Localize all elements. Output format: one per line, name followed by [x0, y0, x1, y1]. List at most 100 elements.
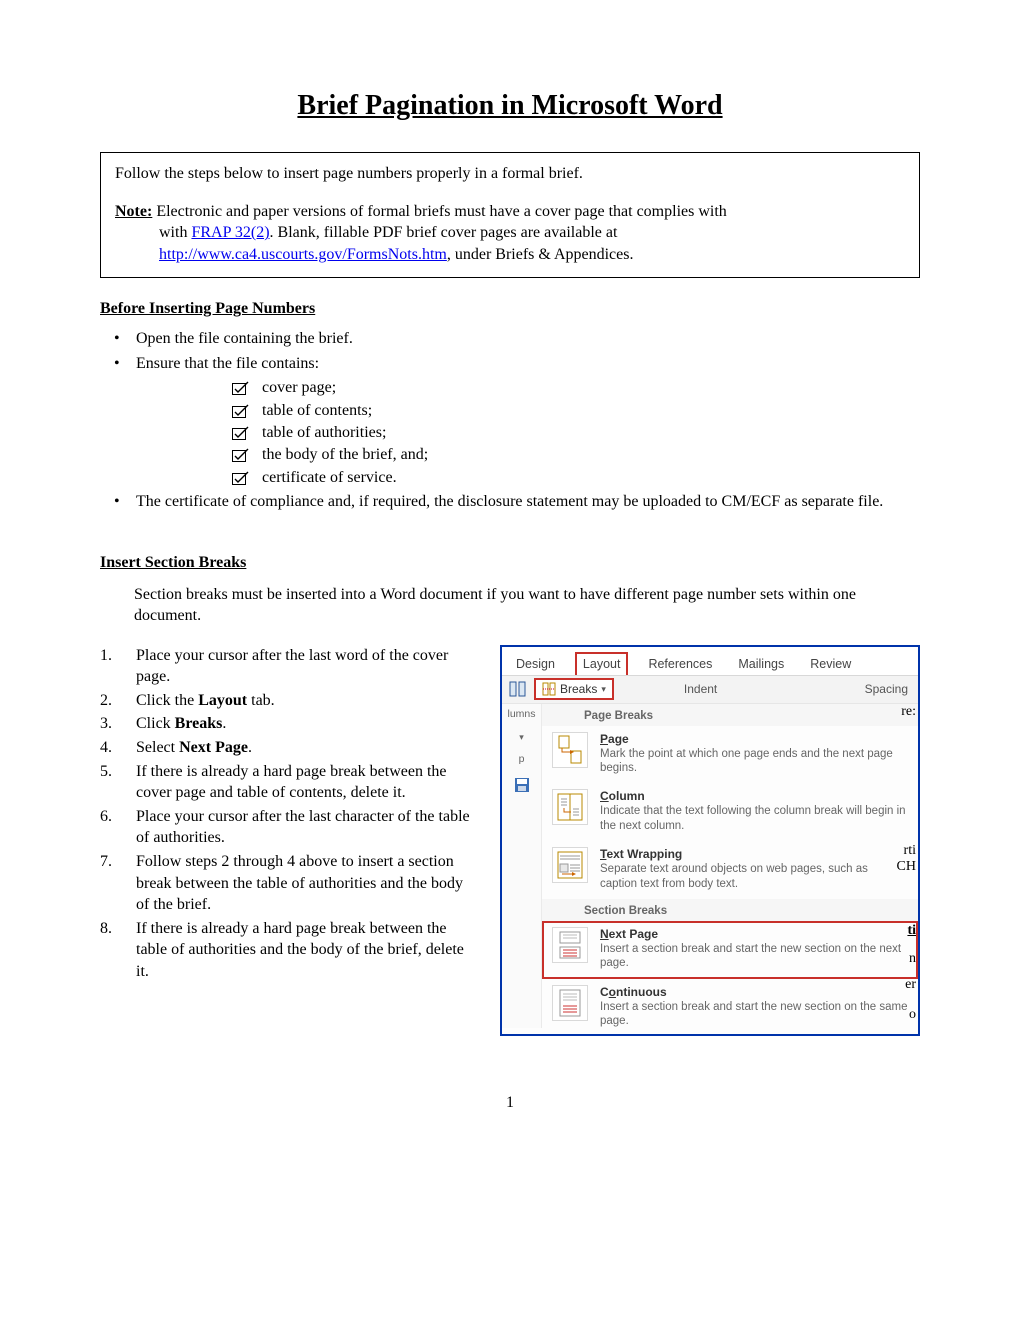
ribbon-tabs: Design Layout References Mailings Review	[502, 647, 918, 675]
check-label: table of authorities;	[262, 422, 386, 444]
note-box: Follow the steps below to insert page nu…	[100, 152, 920, 278]
step-text: Click the	[136, 692, 198, 709]
menu-item-title: ContinuousContinuous	[600, 985, 908, 999]
checkbox-checked-icon	[232, 426, 250, 440]
step-bold: Breaks	[175, 715, 223, 732]
columns-icon[interactable]	[504, 678, 532, 700]
step-text: .	[222, 715, 226, 732]
tab-review[interactable]: Review	[804, 654, 857, 675]
check-label: the body of the brief, and;	[262, 444, 428, 466]
save-icon[interactable]	[514, 777, 530, 798]
section2-intro: Section breaks must be inserted into a W…	[134, 584, 920, 627]
checkbox-checked-icon	[232, 381, 250, 395]
edge-text: re:	[901, 704, 916, 720]
word-screenshot: Design Layout References Mailings Review…	[500, 645, 920, 1037]
note-paragraph: Note: Electronic and paper versions of f…	[115, 201, 905, 266]
menu-item-desc: Mark the point at which one page ends an…	[600, 747, 908, 776]
steps-list: Place your cursor after the last word of…	[100, 645, 480, 983]
step-item: Place your cursor after the last charact…	[100, 806, 480, 849]
menu-item-desc: Insert a section break and start the new…	[600, 1000, 908, 1029]
frap-link[interactable]: FRAP 32(2)	[191, 224, 269, 241]
note-text-3: , under Briefs & Appendices.	[447, 246, 634, 263]
step-text: Click	[136, 715, 175, 732]
menu-item-next-page[interactable]: ti n Next PageNext Page Insert a section…	[542, 921, 918, 979]
next-page-icon	[552, 927, 588, 963]
group-section-breaks: Section Breaks	[542, 899, 918, 921]
checkbox-checked-icon	[232, 404, 250, 418]
step-item: Follow steps 2 through 4 above to insert…	[100, 851, 480, 916]
note-text-pre: with	[159, 224, 191, 241]
note-text-1: Electronic and paper versions of formal …	[152, 203, 726, 220]
tab-references[interactable]: References	[642, 654, 718, 675]
menu-item-desc: Separate text around objects on web page…	[600, 862, 908, 891]
menu-item-title: Text WrappingText Wrapping	[600, 847, 908, 861]
breaks-dropdown: lumns ▾ p Page Breaks re:	[502, 703, 918, 1035]
breaks-button[interactable]: Breaks ▾	[534, 678, 614, 700]
tab-design[interactable]: Design	[510, 654, 561, 675]
step-item: Click Breaks.	[100, 713, 480, 735]
step-text: Select	[136, 739, 179, 756]
check-label: cover page;	[262, 377, 336, 399]
menu-item-title: Next PageNext Page	[600, 927, 908, 941]
check-item: cover page;	[232, 377, 920, 399]
edge-text: ti	[907, 923, 916, 939]
breaks-icon	[542, 682, 556, 696]
step-item: Click the Layout tab.	[100, 690, 480, 712]
menu-item-desc: Insert a section break and start the new…	[600, 942, 908, 971]
section-heading-insert: Insert Section Breaks	[100, 554, 920, 572]
bullet-item: Open the file containing the brief.	[100, 328, 920, 350]
menu-item-desc: Indicate that the text following the col…	[600, 804, 908, 833]
step-text: tab.	[247, 692, 275, 709]
breaks-label: Breaks	[560, 682, 597, 696]
step-item: Select Next Page.	[100, 737, 480, 759]
step-bold: Layout	[198, 692, 247, 709]
bullet-item: The certificate of compliance and, if re…	[100, 491, 920, 513]
column-break-icon	[552, 789, 588, 825]
note-intro: Follow the steps below to insert page nu…	[115, 163, 905, 185]
tab-mailings[interactable]: Mailings	[732, 654, 790, 675]
page-break-icon	[552, 732, 588, 768]
chevron-down-icon[interactable]: ▾	[519, 732, 524, 743]
checklist: cover page; table of contents; table of …	[232, 377, 920, 489]
menu-item-title: PPageage	[600, 732, 908, 746]
gutter-column: lumns ▾ p	[502, 704, 542, 1029]
step-item: If there is already a hard page break be…	[100, 761, 480, 804]
step-bold: Next Page	[179, 739, 248, 756]
step-text: .	[248, 739, 252, 756]
note-text-2: . Blank, fillable PDF brief cover pages …	[270, 224, 618, 241]
checkbox-checked-icon	[232, 471, 250, 485]
checkbox-checked-icon	[232, 448, 250, 462]
menu-item-page[interactable]: re: PPageage Mark the point at which one…	[542, 726, 918, 784]
edge-text: n	[909, 951, 916, 967]
step-item: If there is already a hard page break be…	[100, 918, 480, 983]
before-bullet-list: Open the file containing the brief. Ensu…	[100, 328, 920, 513]
forms-url-link[interactable]: http://www.ca4.uscourts.gov/FormsNots.ht…	[159, 246, 447, 263]
page-number: 1	[100, 1094, 920, 1112]
continuous-icon	[552, 985, 588, 1021]
check-label: table of contents;	[262, 400, 372, 422]
check-label: certificate of service.	[262, 467, 397, 489]
edge-text: o	[909, 1007, 916, 1023]
caret-down-icon: ▾	[601, 684, 606, 695]
tab-layout[interactable]: Layout	[575, 652, 629, 675]
spacing-label: Spacing	[865, 682, 908, 696]
gutter-lumns: lumns	[507, 708, 535, 720]
menu-item-column[interactable]: ColumnColumn Indicate that the text foll…	[542, 783, 918, 841]
check-item: certificate of service.	[232, 467, 920, 489]
edge-text: CH	[897, 859, 916, 875]
check-item: table of contents;	[232, 400, 920, 422]
check-item: table of authorities;	[232, 422, 920, 444]
edge-text: rti	[904, 843, 916, 859]
step-item: Place your cursor after the last word of…	[100, 645, 480, 688]
gutter-p: p	[519, 753, 525, 765]
check-item: the body of the brief, and;	[232, 444, 920, 466]
indent-label: Indent	[684, 682, 717, 696]
bullet-item: Ensure that the file contains: cover pag…	[100, 353, 920, 489]
menu-item-textwrap[interactable]: rti CH Text WrappingText Wrapping Separa…	[542, 841, 918, 899]
text-wrapping-icon	[552, 847, 588, 883]
menu-item-title: ColumnColumn	[600, 789, 908, 803]
menu-item-continuous[interactable]: er o ContinuousContinuous Insert a secti…	[542, 979, 918, 1029]
page-title: Brief Pagination in Microsoft Word	[100, 90, 920, 122]
section-heading-before: Before Inserting Page Numbers	[100, 300, 920, 318]
group-page-breaks: Page Breaks	[542, 704, 918, 726]
